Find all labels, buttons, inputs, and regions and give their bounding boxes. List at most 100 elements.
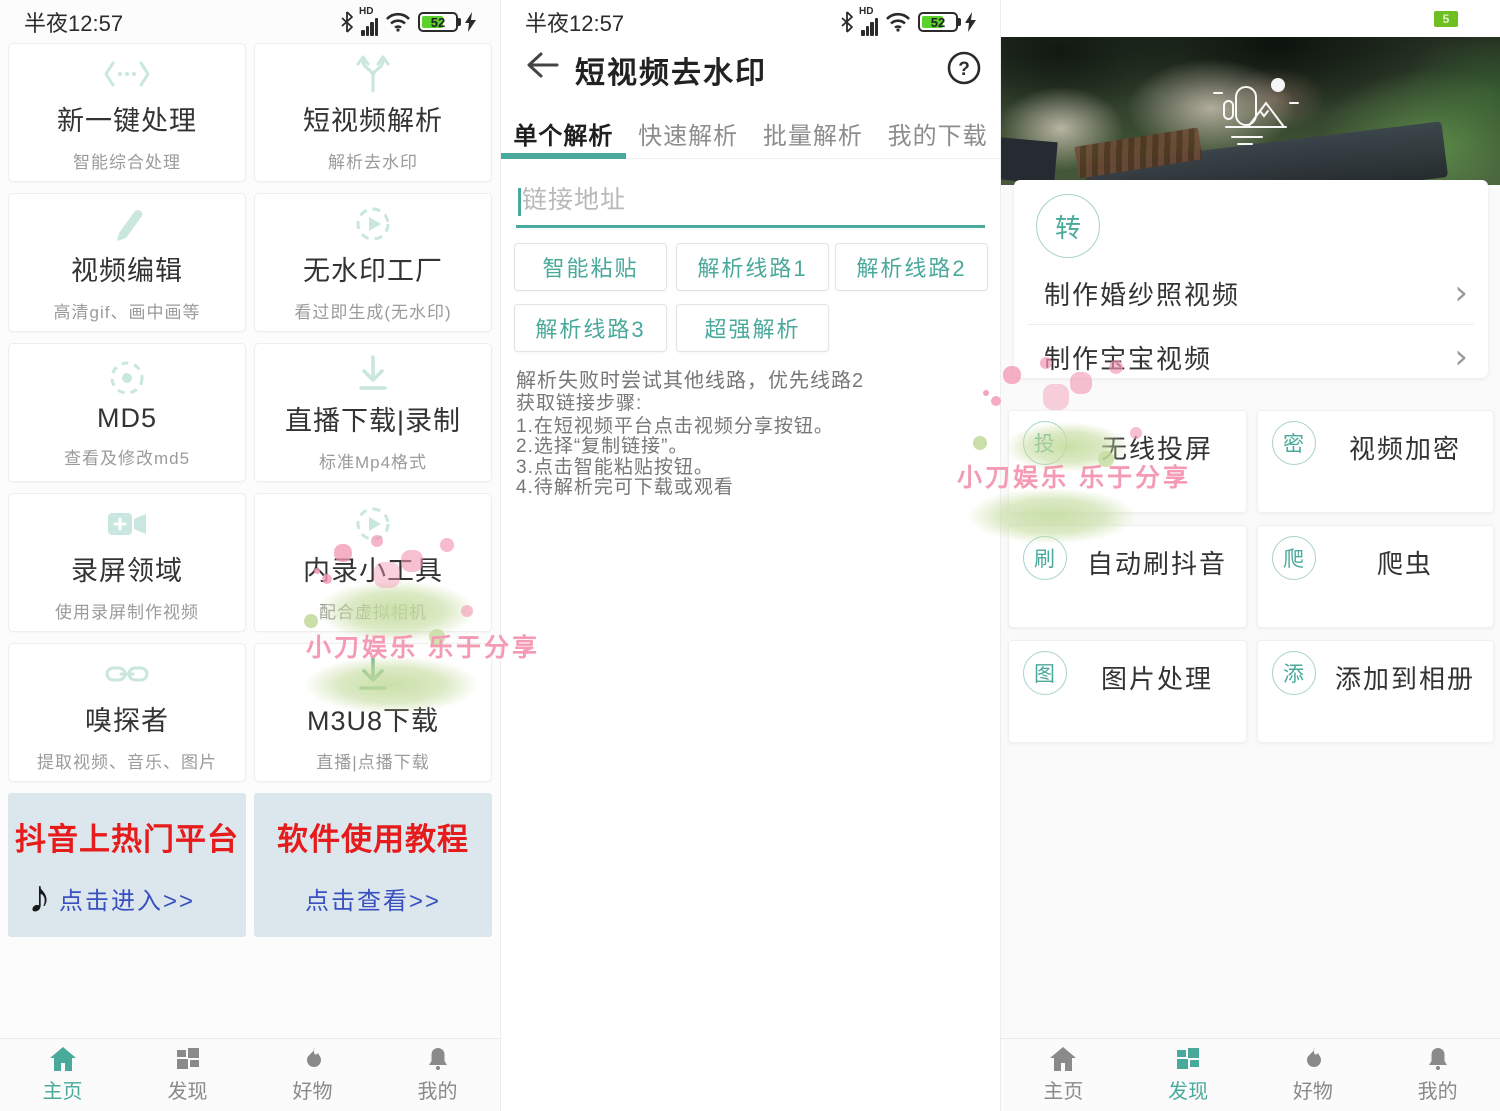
feature-card-live-download[interactable]: 直播下载|录制 标准Mp4格式: [254, 343, 492, 482]
tool-card-add-to-album[interactable]: 添 添加到相册: [1257, 640, 1494, 743]
battery-icon: 52: [918, 12, 958, 32]
tab-fast-parse[interactable]: 快速解析: [626, 104, 751, 158]
back-button[interactable]: [525, 50, 559, 80]
tool-card-crawler[interactable]: 爬 爬虫: [1257, 525, 1494, 628]
flame-icon: [1300, 1046, 1326, 1072]
tool-grid: 投 无线投屏 密 视频加密 刷 自动刷抖音 爬 爬虫 图 图片处理 添 添加到相…: [1001, 410, 1500, 743]
nav-home[interactable]: 主页: [1001, 1039, 1126, 1111]
tool-card-image-process[interactable]: 图 图片处理: [1008, 640, 1247, 743]
link-input[interactable]: [516, 180, 985, 225]
tool-label: 视频加密: [1328, 429, 1483, 466]
banner-douyin-promo[interactable]: 抖音上热门平台 点击进入>> ♪: [8, 793, 246, 937]
banner-tutorial[interactable]: 软件使用教程 点击查看>>: [254, 793, 492, 937]
battery-icon: 5: [1434, 11, 1458, 27]
hd-label: HD: [859, 6, 873, 17]
feature-card-sniffer[interactable]: 嗅探者 提取视频、音乐、图片: [8, 643, 246, 782]
charging-bolt-icon: [965, 12, 976, 32]
bell-icon: [425, 1046, 451, 1072]
smart-paste-button[interactable]: 智能粘贴: [514, 243, 667, 291]
list-item-baby-video[interactable]: 制作宝宝视频 ›: [1014, 326, 1488, 388]
feature-card-md5[interactable]: MD5 查看及修改md5: [8, 343, 246, 482]
branch-icon: [353, 53, 393, 95]
grid-icon: [175, 1046, 201, 1072]
feature-subtitle: 查看及修改md5: [64, 444, 190, 469]
tool-card-wireless-cast[interactable]: 投 无线投屏: [1008, 410, 1247, 513]
tiktok-note-icon: ♪: [28, 873, 51, 919]
play-dashed-icon: [353, 503, 393, 545]
feature-subtitle: 提取视频、音乐、图片: [37, 748, 217, 773]
feature-card-one-key[interactable]: 新一键处理 智能综合处理: [8, 43, 246, 182]
banner-title: 软件使用教程: [277, 814, 469, 859]
feature-card-internal-record[interactable]: 内录小工具 配合虚拟相机: [254, 493, 492, 632]
svg-text:?: ?: [958, 59, 970, 80]
bottom-nav: 主页 发现 好物 我的: [0, 1038, 500, 1111]
step-item: 3.点击智能粘贴按钮。: [516, 458, 834, 479]
feature-title: 嗅探者: [85, 699, 169, 738]
tool-label: 爬虫: [1328, 544, 1483, 581]
photo-logo-icon: [1186, 75, 1316, 159]
home-icon: [1049, 1046, 1077, 1072]
hd-label: HD: [359, 6, 373, 17]
list-item-wedding-video[interactable]: 制作婚纱照视频 ›: [1014, 262, 1488, 324]
link-icon: [104, 653, 150, 695]
feature-title: 无水印工厂: [303, 249, 443, 288]
signal-icon: HD: [861, 9, 878, 36]
feature-subtitle: 配合虚拟相机: [319, 598, 427, 623]
list-item-label: 制作宝宝视频: [1044, 339, 1454, 376]
super-parse-button[interactable]: 超强解析: [676, 304, 829, 352]
clock: 半夜12:57: [525, 6, 624, 38]
banner-action: 点击进入>>: [59, 881, 195, 916]
nav-discover[interactable]: 发现: [1126, 1039, 1251, 1111]
battery-icon: 52: [418, 12, 458, 32]
download-icon: [353, 653, 393, 695]
chevron-right-icon: ›: [1454, 276, 1468, 310]
help-button[interactable]: ?: [946, 50, 982, 86]
parse-line3-button[interactable]: 解析线路3: [514, 304, 667, 352]
nav-discover[interactable]: 发现: [125, 1039, 250, 1111]
feature-grid: 新一键处理 智能综合处理 短视频解析 解析去水印 视频编辑 高清gif、画中画等…: [0, 43, 500, 937]
feature-card-screen-record[interactable]: 录屏领域 使用录屏制作视频: [8, 493, 246, 632]
bench-shape: [1001, 136, 1058, 184]
text-caret: [518, 188, 521, 216]
tab-batch-parse[interactable]: 批量解析: [751, 104, 876, 158]
tab-single-parse[interactable]: 单个解析: [501, 104, 626, 158]
code-angle-icon: [104, 53, 150, 95]
parse-line1-button[interactable]: 解析线路1: [676, 243, 829, 291]
pencil-icon: [107, 203, 147, 245]
tool-label: 自动刷抖音: [1079, 544, 1236, 581]
bottom-nav: 主页 发现 好物 我的: [1001, 1038, 1500, 1111]
nav-goods[interactable]: 好物: [250, 1039, 375, 1111]
step-item: 1.在短视频平台点击视频分享按钮。: [516, 417, 834, 438]
tab-my-downloads[interactable]: 我的下载: [875, 104, 1000, 158]
charging-bolt-icon: [465, 12, 476, 32]
steps-title: 获取链接步骤:: [516, 394, 834, 415]
tool-badge: 密: [1272, 421, 1316, 465]
feature-subtitle: 标准Mp4格式: [319, 448, 427, 473]
tool-card-video-encrypt[interactable]: 密 视频加密: [1257, 410, 1494, 513]
nav-home[interactable]: 主页: [0, 1039, 125, 1111]
parse-line2-button[interactable]: 解析线路2: [835, 243, 988, 291]
status-bar: 半夜12:57 HD 52: [501, 0, 1000, 44]
list-item-label: 制作婚纱照视频: [1044, 275, 1454, 312]
tool-badge: 投: [1023, 421, 1067, 465]
feature-card-video-edit[interactable]: 视频编辑 高清gif、画中画等: [8, 193, 246, 332]
nav-goods[interactable]: 好物: [1251, 1039, 1376, 1111]
status-bar: 5: [1001, 0, 1500, 37]
status-icons: HD 52: [340, 9, 476, 36]
tool-label: 添加到相册: [1328, 659, 1483, 696]
feature-subtitle: 使用录屏制作视频: [55, 598, 199, 623]
tool-badge: 添: [1272, 651, 1316, 695]
bluetooth-icon: [840, 11, 854, 33]
feature-card-no-watermark[interactable]: 无水印工厂 看过即生成(无水印): [254, 193, 492, 332]
download-icon: [353, 353, 393, 395]
tool-badge: 刷: [1023, 536, 1067, 580]
nav-mine[interactable]: 我的: [375, 1039, 500, 1111]
tool-card-auto-douyin[interactable]: 刷 自动刷抖音: [1008, 525, 1247, 628]
page-title: 短视频去水印: [575, 48, 767, 92]
feature-card-m3u8[interactable]: M3U8下载 直播|点播下载: [254, 643, 492, 782]
feature-card-video-parse[interactable]: 短视频解析 解析去水印: [254, 43, 492, 182]
badge-zhuan: 转: [1036, 194, 1100, 258]
nav-mine[interactable]: 我的: [1375, 1039, 1500, 1111]
wifi-icon: [385, 12, 411, 32]
tool-badge: 图: [1023, 651, 1067, 695]
